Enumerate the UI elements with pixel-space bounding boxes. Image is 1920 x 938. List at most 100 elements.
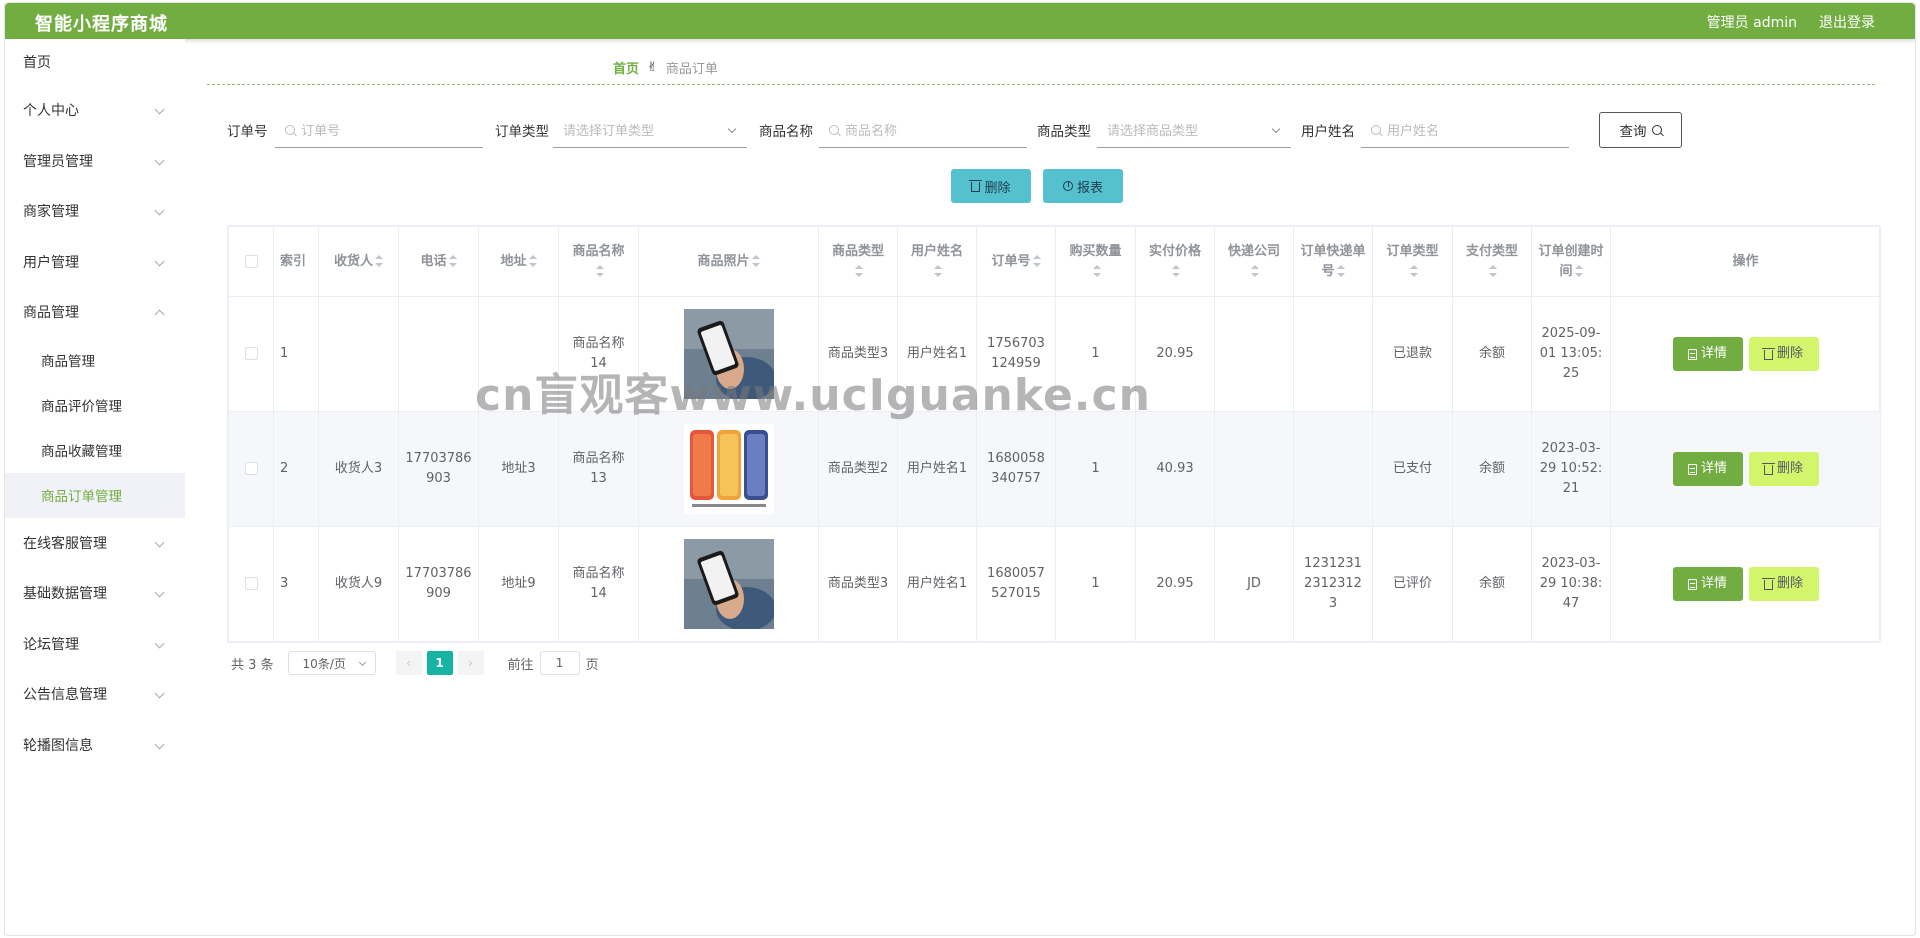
prev-page-button[interactable]: ‹ <box>395 651 422 675</box>
col-express[interactable]: 快递公司 <box>1214 226 1294 297</box>
sort-icon[interactable] <box>855 265 863 277</box>
sidebar-item-users[interactable]: 用户管理 <box>5 237 185 288</box>
col-operations: 操作 <box>1610 226 1881 297</box>
query-button[interactable]: 查询 <box>1599 112 1682 148</box>
header-label: 订单快递单号 <box>1300 243 1366 279</box>
sidebar-item-merchants[interactable]: 商家管理 <box>5 186 185 237</box>
username-input[interactable]: 用户姓名 <box>1361 112 1569 148</box>
sort-icon[interactable] <box>1172 265 1180 277</box>
sidebar-subitem-goods[interactable]: 商品管理 <box>5 338 185 383</box>
sidebar-subitem-goods-favorites[interactable]: 商品收藏管理 <box>5 428 185 473</box>
col-qty[interactable]: 购买数量 <box>1055 226 1136 297</box>
sort-icon[interactable] <box>1336 265 1345 277</box>
sidebar-item-label: 用户管理 <box>23 254 79 271</box>
sort-icon[interactable] <box>1489 265 1497 277</box>
col-username[interactable]: 用户姓名 <box>897 226 977 297</box>
col-order-no[interactable]: 订单号 <box>976 226 1056 297</box>
product-photo-phone-in-hand[interactable] <box>683 539 774 629</box>
chevron-down-icon <box>154 205 165 216</box>
detail-button[interactable]: 详情 <box>1672 567 1743 601</box>
sidebar-item-online-service[interactable]: 在线客服管理 <box>5 518 185 569</box>
cell-order-type: 已退款 <box>1372 296 1453 412</box>
goto-page-input[interactable]: 1 <box>539 651 580 675</box>
sidebar-item-goods[interactable]: 商品管理 <box>5 287 185 338</box>
sidebar-item-admins[interactable]: 管理员管理 <box>5 136 185 187</box>
sort-icon[interactable] <box>1092 265 1101 277</box>
row-checkbox[interactable] <box>244 577 258 590</box>
sort-icon[interactable] <box>448 255 457 267</box>
report-button[interactable]: 报表 <box>1043 169 1123 203</box>
sidebar-item-carousel[interactable]: 轮播图信息 <box>5 720 185 771</box>
sort-icon[interactable] <box>528 255 537 267</box>
sidebar-item-forum[interactable]: 论坛管理 <box>5 619 185 670</box>
header-label: 实付价格 <box>1148 243 1201 259</box>
delete-button[interactable]: 删除 <box>1748 337 1819 371</box>
col-receiver[interactable]: 收货人 <box>318 226 399 297</box>
col-address[interactable]: 地址 <box>478 226 559 297</box>
col-express-no[interactable]: 订单快递单号 <box>1293 226 1373 297</box>
col-goods-name[interactable]: 商品名称 <box>558 226 639 297</box>
sort-icon[interactable] <box>751 255 760 267</box>
col-price[interactable]: 实付价格 <box>1135 226 1215 297</box>
document-icon <box>1687 578 1697 590</box>
col-created[interactable]: 订单创建时间 <box>1531 226 1611 297</box>
sort-icon[interactable] <box>1409 265 1418 277</box>
batch-delete-button[interactable]: 删除 <box>951 169 1031 203</box>
cell-pay-type: 余额 <box>1452 411 1532 527</box>
sort-icon[interactable] <box>934 265 942 277</box>
cell-goods-name: 商品名称13 <box>558 411 639 527</box>
detail-button[interactable]: 详情 <box>1672 337 1743 371</box>
row-select-cell[interactable] <box>228 411 274 527</box>
sort-icon[interactable] <box>1574 265 1583 277</box>
breadcrumb-home[interactable]: 首页 <box>613 58 639 77</box>
select-all-checkbox[interactable] <box>244 254 258 268</box>
product-photo-three-phones[interactable] <box>683 424 774 514</box>
detail-button[interactable]: 详情 <box>1672 452 1743 486</box>
row-select-cell[interactable] <box>228 526 274 642</box>
cell-index: 3 <box>273 526 319 642</box>
delete-button[interactable]: 删除 <box>1748 567 1819 601</box>
sidebar-subitem-goods-orders[interactable]: 商品订单管理 <box>5 472 185 518</box>
sidebar-item-label: 管理员管理 <box>23 153 93 170</box>
col-order-type[interactable]: 订单类型 <box>1372 226 1453 297</box>
sort-icon[interactable] <box>1032 255 1041 267</box>
chevron-up-icon <box>154 309 165 320</box>
cell-address: 地址3 <box>478 411 559 527</box>
row-checkbox[interactable] <box>244 462 258 475</box>
header-label: 电话 <box>420 253 447 269</box>
page-size-select[interactable]: 10条/页 <box>287 651 376 675</box>
order-no-input[interactable]: 订单号 <box>275 112 483 148</box>
cell-phone <box>398 296 479 412</box>
header-label: 用户姓名 <box>910 243 963 259</box>
app-title: 智能小程序商城 <box>35 14 168 35</box>
logout-button[interactable]: 退出登录 <box>1819 12 1875 32</box>
product-photo-phone-in-hand[interactable] <box>683 309 774 399</box>
sort-icon[interactable] <box>1251 265 1259 277</box>
search-icon <box>1371 124 1381 135</box>
row-select-cell[interactable] <box>228 296 274 412</box>
table-row: 2 收货人3 17703786903 地址3 商品名称13 商品类型2 用户姓名… <box>228 411 1881 527</box>
col-phone[interactable]: 电话 <box>398 226 479 297</box>
cell-receiver <box>318 296 399 412</box>
delete-button[interactable]: 删除 <box>1748 452 1819 486</box>
cell-operations: 详情 删除 <box>1610 411 1881 527</box>
sidebar-subitem-goods-reviews[interactable]: 商品评价管理 <box>5 383 185 428</box>
document-icon <box>1687 348 1697 360</box>
cell-order-no: 1756703124959 <box>976 296 1056 412</box>
next-page-button[interactable]: › <box>457 651 484 675</box>
sidebar-item-home[interactable]: 首页 <box>5 39 185 85</box>
select-all-cell[interactable] <box>228 226 274 297</box>
sidebar-item-notices[interactable]: 公告信息管理 <box>5 669 185 720</box>
goods-type-select[interactable]: 请选择商品类型 <box>1097 112 1291 148</box>
sort-icon[interactable] <box>375 255 383 267</box>
col-pay-type[interactable]: 支付类型 <box>1452 226 1532 297</box>
sort-icon[interactable] <box>595 265 604 277</box>
col-goods-type[interactable]: 商品类型 <box>818 226 898 297</box>
order-type-select[interactable]: 请选择订单类型 <box>553 112 747 148</box>
page-number-current[interactable]: 1 <box>426 651 453 675</box>
row-checkbox[interactable] <box>244 347 258 360</box>
sidebar-item-personal[interactable]: 个人中心 <box>5 85 185 136</box>
sidebar-item-basic-data[interactable]: 基础数据管理 <box>5 568 185 619</box>
goods-name-input[interactable]: 商品名称 <box>819 112 1027 148</box>
col-goods-photo[interactable]: 商品照片 <box>638 226 819 297</box>
